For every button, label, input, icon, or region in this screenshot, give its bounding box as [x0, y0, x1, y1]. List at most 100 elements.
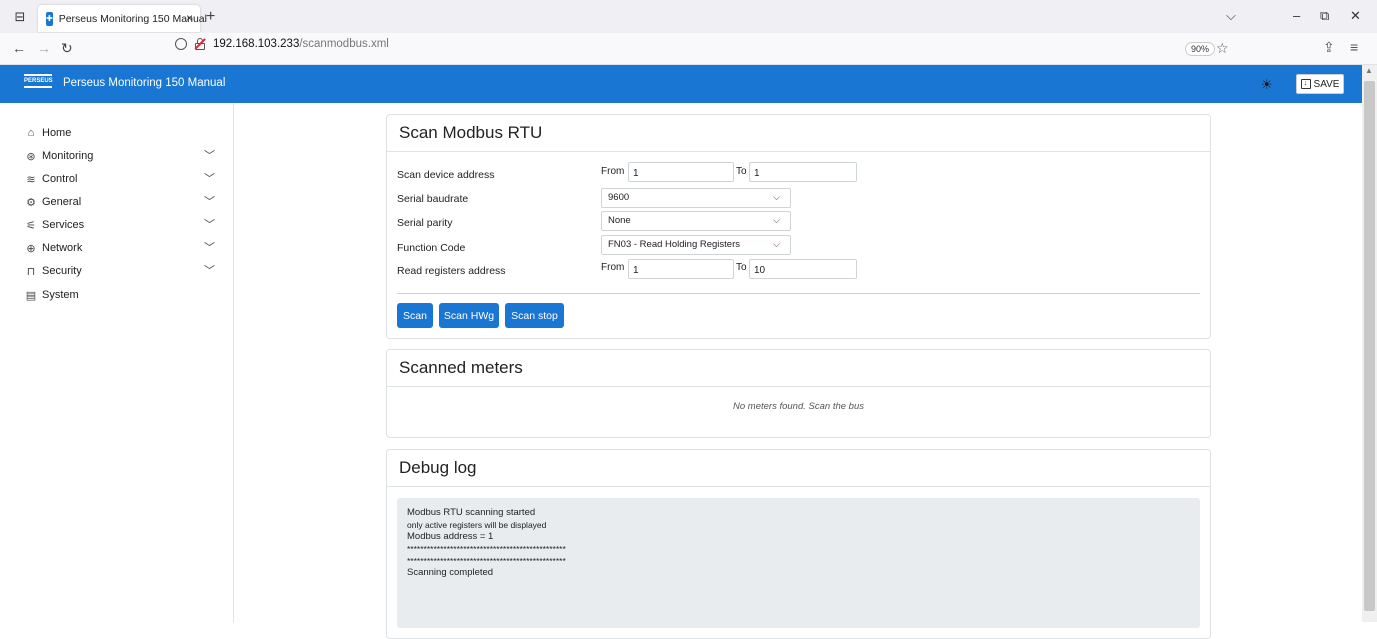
- scroll-thumb[interactable]: [1364, 81, 1375, 611]
- app-header: PERSEUS Perseus Monitoring 150 Manual ☀ …: [0, 65, 1362, 103]
- browser-tab[interactable]: ✚ Perseus Monitoring 150 Manual ×: [38, 5, 207, 32]
- card-title: Scanned meters: [387, 350, 1210, 387]
- sidebar-item-home[interactable]: ⌂ Home: [24, 124, 224, 142]
- from-label: From: [601, 166, 625, 177]
- chevron-down-icon[interactable]: ﹀: [204, 216, 215, 232]
- registers-to-input[interactable]: 10: [749, 259, 857, 279]
- url-path: /scanmodbus.xml: [299, 38, 389, 50]
- sidebar-item-control[interactable]: ≋ Control ﹀: [24, 170, 224, 188]
- registers-address-label: Read registers address: [397, 265, 506, 277]
- insecure-lock-icon[interactable]: [194, 38, 206, 50]
- from-label: From: [601, 262, 625, 273]
- app-title: Perseus Monitoring 150 Manual: [63, 77, 226, 89]
- parity-value: None: [608, 215, 631, 226]
- sidebar-item-security[interactable]: ⊓ Security ﹀: [24, 262, 224, 280]
- reload-icon[interactable]: ↻: [61, 40, 73, 57]
- card-title: Scan Modbus RTU: [387, 115, 1210, 152]
- sidebar-item-services[interactable]: ⚟ Services ﹀: [24, 216, 224, 234]
- tab-list-icon[interactable]: ⊟: [12, 9, 28, 25]
- services-icon: ⚟: [26, 219, 36, 232]
- scan-hwg-button[interactable]: Scan HWg: [439, 303, 499, 328]
- log-line: ****************************************…: [407, 544, 566, 554]
- theme-toggle-icon[interactable]: ☀: [1261, 77, 1273, 93]
- device-to-input[interactable]: 1: [749, 162, 857, 182]
- chevron-down-icon[interactable]: ﹀: [204, 193, 215, 209]
- log-line: only active registers will be displayed: [407, 520, 547, 530]
- chevron-down-icon: ⌵: [773, 192, 780, 202]
- sidebar: ⌂ Home ⊛ Monitoring ﹀ ≋ Control ﹀ ⚙ Gene…: [0, 103, 234, 622]
- share-icon[interactable]: ⇪: [1323, 39, 1335, 56]
- sidebar-item-label: System: [42, 289, 79, 301]
- new-tab-button[interactable]: +: [206, 8, 215, 26]
- sidebar-item-monitoring[interactable]: ⊛ Monitoring ﹀: [24, 147, 224, 165]
- to-label: To: [736, 262, 747, 273]
- chevron-down-icon[interactable]: ﹀: [204, 170, 215, 186]
- function-code-label: Function Code: [397, 242, 466, 254]
- sidebar-item-network[interactable]: ⊕ Network ﹀: [24, 239, 224, 257]
- sidebar-item-label: Home: [42, 127, 72, 139]
- log-line: Scanning completed: [407, 567, 494, 578]
- scan-stop-button[interactable]: Scan stop: [505, 303, 564, 328]
- log-line: Modbus address = 1: [407, 531, 494, 542]
- tab-close-icon[interactable]: ×: [186, 11, 193, 25]
- sidebar-item-label: General: [42, 196, 82, 208]
- divider: [397, 293, 1200, 294]
- page-scrollbar[interactable]: ▲: [1362, 65, 1377, 622]
- sidebar-item-label: Control: [42, 173, 78, 185]
- back-icon[interactable]: ←: [12, 40, 26, 56]
- function-code-value: FN03 - Read Holding Registers: [608, 239, 741, 250]
- hamburger-menu-icon[interactable]: ≡: [1350, 39, 1358, 55]
- chevron-down-icon: ⌵: [773, 215, 780, 225]
- parity-select[interactable]: None ⌵: [601, 211, 791, 231]
- save-label: SAVE: [1313, 78, 1340, 90]
- favicon-icon: ✚: [46, 11, 53, 26]
- scan-modbus-card: Scan Modbus RTU Scan device address From…: [386, 114, 1211, 339]
- gear-icon: ⚙: [26, 196, 36, 209]
- parity-label: Serial parity: [397, 217, 453, 229]
- url-host: 192.168.103.233: [213, 38, 300, 50]
- chevron-down-icon[interactable]: ﹀: [204, 147, 215, 163]
- sidebar-item-general[interactable]: ⚙ General ﹀: [24, 193, 224, 211]
- scroll-up-arrow-icon[interactable]: ▲: [1365, 66, 1373, 75]
- gauge-icon: ⊛: [26, 150, 36, 163]
- device-address-label: Scan device address: [397, 169, 495, 181]
- close-window-icon[interactable]: ✕: [1350, 8, 1361, 24]
- bookmark-star-icon[interactable]: ☆: [1216, 40, 1229, 57]
- baudrate-select[interactable]: 9600 ⌵: [601, 188, 791, 208]
- log-line: ****************************************…: [407, 556, 566, 566]
- url-bar[interactable]: 192.168.103.233/scanmodbus.xml: [175, 38, 389, 50]
- log-line: Modbus RTU scanning started: [407, 507, 536, 518]
- sliders-icon: ≋: [26, 173, 36, 186]
- debug-log-output: Modbus RTU scanning started only active …: [397, 498, 1200, 628]
- browser-navbar: ← → ↻ 192.168.103.233/scanmodbus.xml 90%…: [0, 33, 1377, 65]
- forward-icon[interactable]: →: [37, 40, 51, 56]
- baudrate-label: Serial baudrate: [397, 193, 469, 205]
- lock-icon: ⊓: [26, 265, 36, 278]
- registers-from-input[interactable]: 1: [628, 259, 734, 279]
- browser-tabstrip: ⊟ ✚ Perseus Monitoring 150 Manual × + ⌵ …: [0, 0, 1377, 33]
- card-title: Debug log: [387, 450, 1210, 487]
- save-button[interactable]: ↓ SAVE: [1296, 74, 1344, 94]
- home-icon: ⌂: [27, 127, 35, 139]
- sidebar-item-label: Services: [42, 219, 85, 231]
- chevron-down-icon: ⌵: [773, 239, 780, 249]
- perseus-logo: PERSEUS: [24, 73, 53, 95]
- list-all-tabs-icon[interactable]: ⌵: [1226, 8, 1236, 24]
- globe-icon: ⊕: [26, 242, 36, 255]
- baudrate-value: 9600: [608, 192, 630, 203]
- empty-meters-message: No meters found. Scan the bus: [733, 401, 864, 412]
- tracking-shield-icon[interactable]: [175, 38, 187, 50]
- debug-log-card: Debug log Modbus RTU scanning started on…: [386, 449, 1211, 639]
- chevron-down-icon[interactable]: ﹀: [204, 262, 215, 278]
- function-code-select[interactable]: FN03 - Read Holding Registers ⌵: [601, 235, 791, 255]
- to-label: To: [736, 166, 747, 177]
- minimize-icon[interactable]: –: [1293, 8, 1300, 23]
- device-from-input[interactable]: 1: [628, 162, 734, 182]
- sidebar-item-system[interactable]: ▤ System: [24, 286, 224, 304]
- scan-button[interactable]: Scan: [397, 303, 433, 328]
- sidebar-item-label: Network: [42, 242, 83, 254]
- chevron-down-icon[interactable]: ﹀: [204, 239, 215, 255]
- sidebar-item-label: Security: [42, 265, 82, 277]
- restore-icon[interactable]: ⧉: [1320, 8, 1329, 24]
- zoom-level[interactable]: 90%: [1185, 42, 1216, 56]
